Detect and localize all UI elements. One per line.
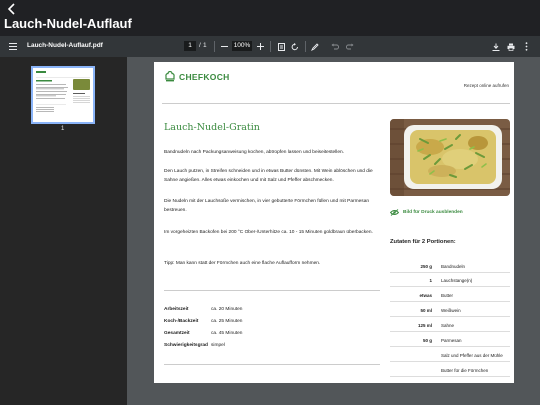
zoom-out-button[interactable]	[219, 41, 229, 52]
info-label: Koch-/Backzeit	[164, 319, 199, 324]
ingredient-quantity: 1	[429, 278, 432, 283]
total-pages: 1	[203, 42, 207, 49]
instruction-paragraph: Den Lauch putzen, in Streifen schneiden …	[164, 169, 373, 183]
info-label: Schwierigkeitsgrad	[164, 343, 208, 348]
redo-button[interactable]	[345, 41, 355, 52]
ingredient-name: Weißwein	[441, 308, 461, 313]
ingredient-name: Sahne	[441, 323, 455, 328]
pdf-toolbar: Lauch-Nudel-Auflauf.pdf 1 / 1 100%	[0, 36, 540, 57]
ingredient-row: 50 ml Weißwein	[390, 303, 510, 317]
thumbnail-preview	[36, 71, 90, 112]
info-value: simpel	[211, 343, 225, 348]
rotate-button[interactable]	[290, 41, 300, 52]
zoom-input[interactable]: 100%	[232, 41, 252, 51]
ingredient-quantity: etwas	[419, 293, 432, 298]
back-arrow-icon[interactable]	[6, 3, 18, 15]
instruction-paragraph: Im vorgeheizten Backofen bei 200 °C Ober…	[164, 230, 373, 235]
more-options-button[interactable]	[522, 41, 530, 52]
ingredient-row: 125 ml Sahne	[390, 318, 510, 332]
ingredient-name: Lauchstange(n)	[441, 278, 473, 283]
menu-icon[interactable]	[8, 42, 18, 51]
ingredient-quantity: 125 ml	[417, 323, 432, 328]
page-thumbnail[interactable]	[31, 66, 95, 124]
info-divider	[164, 290, 380, 291]
toolbar-divider	[214, 41, 215, 52]
ingredient-quantity: 50 ml	[420, 308, 432, 313]
eye-off-icon	[390, 209, 399, 216]
hide-image-toggle[interactable]: Bild für Druck ausblenden	[390, 209, 463, 216]
download-icon	[492, 43, 500, 51]
thumbnail-page-number: 1	[61, 126, 65, 132]
brand-logo: CHEFKOCH	[164, 71, 230, 83]
hide-image-label: Bild für Druck ausblenden	[403, 210, 463, 215]
brand-name: CHEFKOCH	[179, 72, 230, 82]
ingredient-name: Butter für die Förmchen	[441, 368, 489, 373]
ingredient-row: 250 g Bandnudeln	[390, 259, 510, 273]
tip-paragraph: Tipp: Man kann statt der Förmchen auch e…	[164, 261, 321, 266]
ingredient-row: 1 Lauchstange(n)	[390, 273, 510, 287]
print-button[interactable]	[506, 41, 516, 52]
ingredient-name: Bandnudeln	[441, 264, 466, 269]
recipe-photo	[390, 119, 510, 196]
header-divider	[162, 103, 510, 104]
info-label: Gesamtzeit	[164, 331, 190, 336]
printer-icon	[507, 43, 515, 51]
info-value: ca. 45 Minuten	[211, 331, 243, 336]
download-button[interactable]	[491, 41, 501, 52]
ingredient-row: 50 g Parmesan	[390, 333, 510, 347]
pdf-page: CHEFKOCH Rezept online aufrufen Lauch-Nu…	[154, 62, 514, 383]
rotate-icon	[291, 42, 298, 50]
ingredient-name: Salz und Pfeffer aus der Mühle	[441, 353, 503, 358]
gratin-image	[390, 119, 510, 196]
page-separator: /	[199, 42, 201, 49]
fit-page-icon	[277, 42, 285, 51]
file-name: Lauch-Nudel-Auflauf.pdf	[27, 42, 103, 49]
ingredient-name: Parmesan	[441, 338, 462, 343]
redo-icon	[346, 43, 354, 50]
undo-icon	[331, 43, 339, 50]
ingredient-quantity: 50 g	[422, 338, 432, 343]
pen-icon	[311, 42, 319, 51]
instruction-paragraph: Die Nudeln mit der Lauchsoße vermischen,…	[164, 199, 370, 213]
info-value: ca. 25 Minuten	[211, 319, 243, 324]
chef-hat-icon	[165, 71, 175, 82]
ingredient-quantity: 250 g	[420, 264, 432, 269]
info-label: Arbeitszeit	[164, 307, 189, 312]
undo-button[interactable]	[330, 41, 340, 52]
toolbar-divider	[305, 41, 306, 52]
app-header: Lauch-Nudel-Auflauf	[0, 0, 540, 36]
recipe-title: Lauch-Nudel-Gratin	[164, 122, 260, 133]
more-vertical-icon	[525, 42, 527, 51]
zoom-in-button[interactable]	[255, 41, 265, 52]
annotate-button[interactable]	[310, 41, 320, 52]
ingredient-row: Butter für die Förmchen	[390, 363, 510, 377]
toolbar-divider	[270, 41, 271, 52]
recipe-online-link[interactable]: Rezept online aufrufen	[464, 83, 509, 88]
minus-icon	[220, 46, 228, 47]
ingredient-name: Butter	[441, 293, 454, 298]
info-value: ca. 20 Minuten	[211, 307, 243, 312]
instruction-paragraph: Bandnudeln nach Packungsanweisung kochen…	[164, 150, 345, 155]
ingredient-row: Salz und Pfeffer aus der Mühle	[390, 348, 510, 362]
fit-page-button[interactable]	[276, 41, 286, 52]
plus-icon	[256, 43, 264, 50]
footer-divider	[164, 364, 380, 365]
app-title: Lauch-Nudel-Auflauf	[4, 16, 132, 31]
servings-heading: Zutaten für 2 Portionen:	[390, 239, 456, 245]
page-number-input[interactable]: 1	[184, 41, 196, 51]
ingredient-row: etwas Butter	[390, 288, 510, 302]
